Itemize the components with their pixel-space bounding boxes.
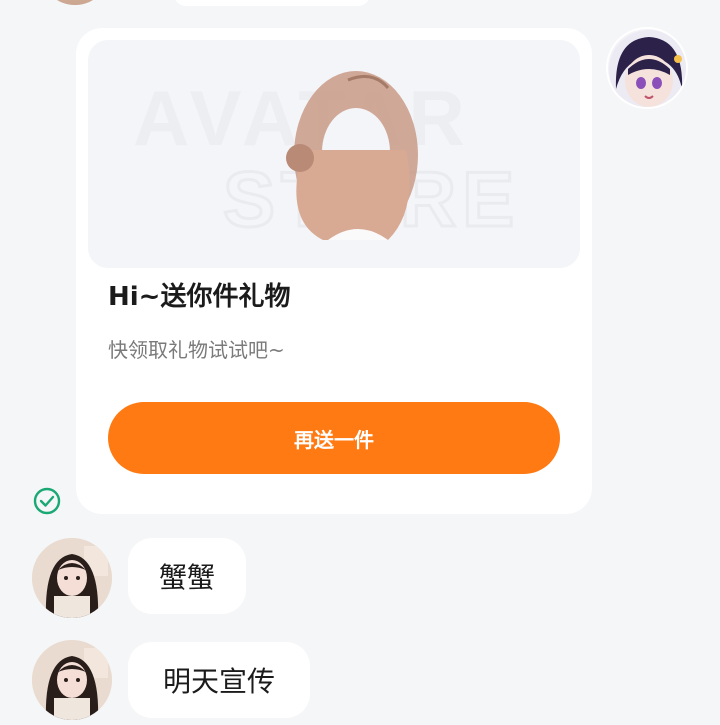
send-another-button[interactable]: 再送一件 bbox=[108, 402, 560, 474]
message-bubble[interactable]: 蟹蟹 bbox=[128, 538, 246, 614]
message-text: 蟹蟹 bbox=[158, 561, 215, 594]
check-circle-icon bbox=[33, 487, 61, 515]
previous-avatar[interactable] bbox=[40, 0, 110, 5]
avatar-store-graphic: AVATAR STORE bbox=[133, 71, 516, 245]
contact-avatar[interactable] bbox=[32, 538, 112, 618]
gift-card-title: Hi~送你件礼物 bbox=[108, 282, 291, 312]
sender-avatar[interactable] bbox=[606, 27, 688, 109]
previous-message-bubble bbox=[174, 0, 370, 6]
gift-preview-image: AVATAR STORE bbox=[88, 40, 580, 268]
message-bubble[interactable]: 明天宣传 bbox=[128, 642, 310, 718]
gift-card[interactable]: AVATAR STORE Hi~送你件礼物 快领取礼物试试吧~ 再送一件 bbox=[76, 28, 592, 514]
contact-avatar[interactable] bbox=[32, 640, 112, 720]
gift-card-subtitle: 快领取礼物试试吧~ bbox=[108, 338, 285, 362]
message-text: 明天宣传 bbox=[162, 665, 275, 698]
